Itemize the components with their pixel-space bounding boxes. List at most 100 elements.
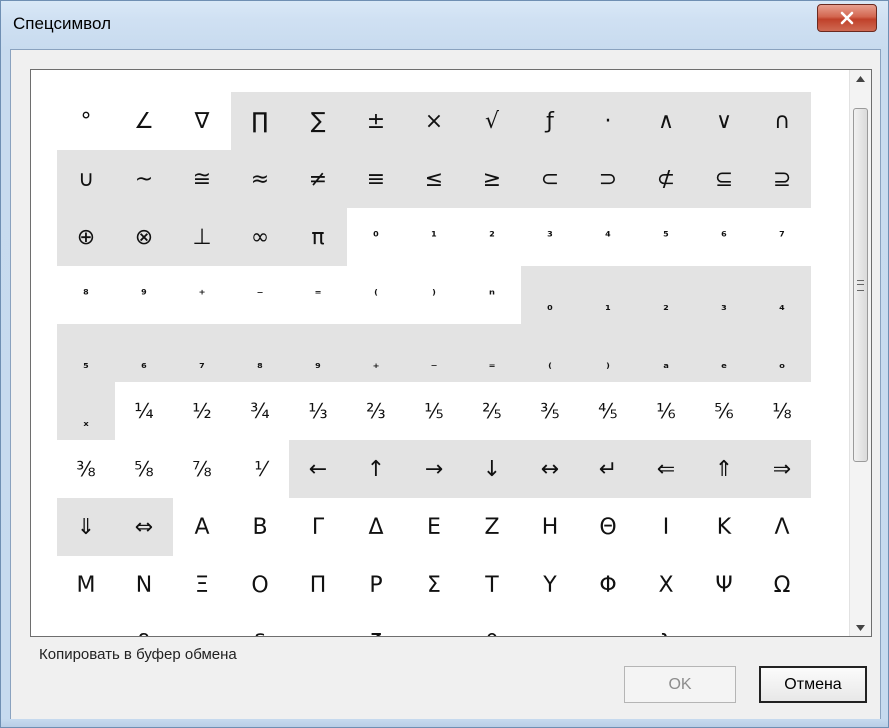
ok-button[interactable]: OK <box>624 666 736 703</box>
symbol-cell[interactable]: ζ <box>347 614 405 637</box>
symbol-cell[interactable]: ↵ <box>579 440 637 498</box>
symbol-cell[interactable]: ₊ <box>347 324 405 382</box>
symbol-cell[interactable]: ~ <box>115 150 173 208</box>
symbol-cell[interactable]: √ <box>463 92 521 150</box>
symbol-cell[interactable]: ₉ <box>289 324 347 382</box>
symbol-cell[interactable]: ↓ <box>463 440 521 498</box>
symbol-cell[interactable]: ↔ <box>521 440 579 498</box>
symbol-cell[interactable]: ⁿ <box>463 266 521 324</box>
symbol-cell[interactable]: η <box>405 614 463 637</box>
close-button[interactable] <box>817 4 877 32</box>
symbol-cell[interactable]: ⅓ <box>289 382 347 440</box>
symbol-cell[interactable]: ± <box>347 92 405 150</box>
symbol-cell[interactable]: ∨ <box>695 92 753 150</box>
symbol-cell[interactable]: Κ <box>695 498 753 556</box>
symbol-cell[interactable]: ⁸ <box>57 266 115 324</box>
symbol-cell[interactable]: ₋ <box>405 324 463 382</box>
symbol-cell[interactable]: ⁺ <box>173 266 231 324</box>
symbol-cell[interactable]: ≅ <box>173 150 231 208</box>
symbol-cell[interactable]: ⁶ <box>695 208 753 266</box>
symbol-cell[interactable]: ≈ <box>231 150 289 208</box>
symbol-cell[interactable]: Η <box>521 498 579 556</box>
symbol-cell[interactable]: ≠ <box>289 150 347 208</box>
vertical-scrollbar[interactable] <box>849 70 871 636</box>
symbol-cell[interactable]: ₄ <box>753 266 811 324</box>
symbol-cell[interactable]: ⊥ <box>173 208 231 266</box>
symbol-cell[interactable]: ι <box>521 614 579 637</box>
symbol-cell[interactable]: Ε <box>405 498 463 556</box>
symbol-cell[interactable]: ⁹ <box>115 266 173 324</box>
cancel-button[interactable]: Отмена <box>759 666 867 703</box>
symbol-cell[interactable]: × <box>405 92 463 150</box>
symbol-cell[interactable]: ⅞ <box>173 440 231 498</box>
symbol-cell[interactable]: ⅙ <box>637 382 695 440</box>
symbol-cell[interactable]: Φ <box>579 556 637 614</box>
symbol-cell[interactable]: ⅕ <box>405 382 463 440</box>
symbol-cell[interactable]: ⊇ <box>753 150 811 208</box>
symbol-cell[interactable]: Ξ <box>173 556 231 614</box>
symbol-cell[interactable]: Ω <box>753 556 811 614</box>
symbol-cell[interactable]: ₒ <box>753 324 811 382</box>
symbol-cell[interactable]: ƒ <box>521 92 579 150</box>
symbol-cell[interactable]: ³ <box>521 208 579 266</box>
symbol-cell[interactable]: δ <box>231 614 289 637</box>
symbol-cell[interactable]: ₀ <box>521 266 579 324</box>
symbol-cell[interactable]: ₌ <box>463 324 521 382</box>
symbol-cell[interactable]: ∑ <box>289 92 347 150</box>
symbol-cell[interactable]: Α <box>173 498 231 556</box>
symbol-cell[interactable]: ⁻ <box>231 266 289 324</box>
symbol-cell[interactable]: → <box>405 440 463 498</box>
symbol-cell[interactable]: ↑ <box>347 440 405 498</box>
symbol-cell[interactable]: ⁾ <box>405 266 463 324</box>
symbol-cell[interactable]: π <box>289 208 347 266</box>
scroll-up-button[interactable] <box>850 70 871 87</box>
symbol-cell[interactable]: γ <box>173 614 231 637</box>
scrollbar-thumb[interactable] <box>853 108 868 462</box>
symbol-cell[interactable]: ∏ <box>231 92 289 150</box>
symbol-cell[interactable]: Π <box>289 556 347 614</box>
symbol-cell[interactable]: ⁼ <box>289 266 347 324</box>
symbol-cell[interactable]: · <box>579 92 637 150</box>
symbol-cell[interactable]: ν <box>753 614 811 637</box>
symbol-cell[interactable]: Β <box>231 498 289 556</box>
symbol-cell[interactable]: ε <box>289 614 347 637</box>
symbol-cell[interactable]: Μ <box>57 556 115 614</box>
symbol-cell[interactable]: ₍ <box>521 324 579 382</box>
symbol-cell[interactable]: ⇐ <box>637 440 695 498</box>
symbol-cell[interactable]: ⇑ <box>695 440 753 498</box>
symbol-cell[interactable]: κ <box>579 614 637 637</box>
symbol-cell[interactable]: Ρ <box>347 556 405 614</box>
symbol-cell[interactable]: ⅟ <box>231 440 289 498</box>
symbol-cell[interactable]: ∩ <box>753 92 811 150</box>
symbol-cell[interactable]: ⅔ <box>347 382 405 440</box>
symbol-cell[interactable]: ₅ <box>57 324 115 382</box>
symbol-cell[interactable]: Δ <box>347 498 405 556</box>
symbol-cell[interactable]: Θ <box>579 498 637 556</box>
symbol-cell[interactable]: Λ <box>753 498 811 556</box>
symbol-cell[interactable]: Ζ <box>463 498 521 556</box>
symbol-cell[interactable]: ∇ <box>173 92 231 150</box>
title-bar[interactable]: Спецсимвол <box>1 1 888 49</box>
symbol-cell[interactable]: ⇔ <box>115 498 173 556</box>
symbol-cell[interactable]: Υ <box>521 556 579 614</box>
symbol-cell[interactable]: ⇓ <box>57 498 115 556</box>
symbol-cell[interactable]: Ψ <box>695 556 753 614</box>
symbol-cell[interactable]: ½ <box>173 382 231 440</box>
symbol-cell[interactable]: α <box>57 614 115 637</box>
symbol-cell[interactable]: ⊃ <box>579 150 637 208</box>
symbol-cell[interactable]: ₑ <box>695 324 753 382</box>
symbol-cell[interactable]: ⅗ <box>521 382 579 440</box>
symbol-cell[interactable]: Γ <box>289 498 347 556</box>
symbol-cell[interactable]: ⁵ <box>637 208 695 266</box>
symbol-cell[interactable]: ¹ <box>405 208 463 266</box>
symbol-cell[interactable]: ₁ <box>579 266 637 324</box>
symbol-cell[interactable]: ∠ <box>115 92 173 150</box>
symbol-cell[interactable]: ≡ <box>347 150 405 208</box>
symbol-cell[interactable]: ₆ <box>115 324 173 382</box>
symbol-cell[interactable]: Τ <box>463 556 521 614</box>
symbol-cell[interactable]: ⊗ <box>115 208 173 266</box>
symbol-cell[interactable]: ⅚ <box>695 382 753 440</box>
symbol-cell[interactable]: λ <box>637 614 695 637</box>
symbol-cell[interactable]: ₐ <box>637 324 695 382</box>
symbol-cell[interactable]: μ <box>695 614 753 637</box>
